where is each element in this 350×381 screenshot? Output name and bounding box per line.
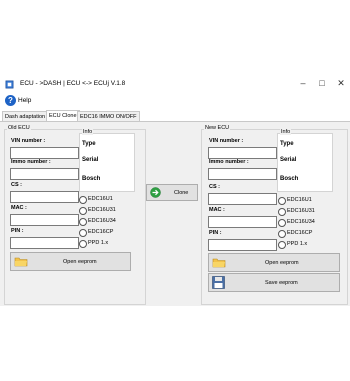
folder-icon xyxy=(14,257,28,267)
new-open-eeprom-button[interactable]: Open eeprom xyxy=(208,253,340,272)
new-info-brand: Bosch xyxy=(280,176,299,182)
save-eeprom-label: Save eeprom xyxy=(265,279,298,286)
new-radio-ppd1x[interactable] xyxy=(278,241,286,249)
clone-button[interactable]: Clone xyxy=(146,184,198,201)
new-cs-field[interactable] xyxy=(208,193,277,205)
old-radio-edc16u34[interactable] xyxy=(79,218,87,226)
new-radio-label: EDC16CP xyxy=(287,230,313,236)
folder-icon xyxy=(212,258,226,268)
old-vin-label: VIN number : xyxy=(11,138,46,144)
old-radio-label: EDC16U1 xyxy=(88,196,113,202)
maximize-icon[interactable]: □ xyxy=(315,77,329,89)
old-immo-label: Immo number : xyxy=(11,159,51,165)
old-radio-edc16cp[interactable] xyxy=(79,229,87,237)
menu-bar xyxy=(0,93,350,109)
new-ecu-legend: New ECU xyxy=(204,125,231,131)
menu-help[interactable]: Help xyxy=(18,97,31,104)
new-cs-label: CS : xyxy=(209,184,220,190)
old-radio-label: EDC16U31 xyxy=(88,207,116,213)
new-info-serial: Serial xyxy=(280,157,297,163)
old-mac-field[interactable] xyxy=(10,214,79,226)
new-info-type: Type xyxy=(280,141,294,147)
help-icon[interactable]: ? xyxy=(5,95,16,106)
new-radio-edc16cp[interactable] xyxy=(278,230,286,238)
old-radio-ppd1x[interactable] xyxy=(79,240,87,248)
floppy-disk-icon xyxy=(212,276,225,289)
old-radio-label: EDC16CP xyxy=(88,229,114,235)
new-radio-label: PPD 1.x xyxy=(287,241,308,247)
old-info-brand: Bosch xyxy=(82,176,101,182)
old-cs-field[interactable] xyxy=(10,191,79,203)
arrow-right-icon xyxy=(150,187,161,198)
old-pin-field[interactable] xyxy=(10,237,79,249)
save-eeprom-button[interactable]: Save eeprom xyxy=(208,273,340,292)
new-immo-field[interactable] xyxy=(208,168,277,180)
old-pin-label: PIN : xyxy=(11,228,24,234)
old-mac-label: MAC : xyxy=(11,205,27,211)
new-radio-edc16u1[interactable] xyxy=(278,197,286,205)
new-radio-label: EDC16U34 xyxy=(287,219,315,225)
new-mac-field[interactable] xyxy=(208,216,277,228)
old-ecu-legend: Old ECU xyxy=(7,125,31,131)
old-info-serial: Serial xyxy=(82,157,99,163)
old-vin-field[interactable] xyxy=(10,147,79,159)
old-radio-label: EDC16U34 xyxy=(88,218,116,224)
old-open-eeprom-button[interactable]: Open eeprom xyxy=(10,252,131,271)
old-radio-edc16u1[interactable] xyxy=(79,196,87,204)
old-info-legend: Info xyxy=(82,129,94,135)
new-info-legend: Info xyxy=(280,129,292,135)
new-vin-label: VIN number : xyxy=(209,138,244,144)
new-vin-field[interactable] xyxy=(208,147,277,159)
window-title: ECU - >DASH | ECU <-> ECUj V.1.8 xyxy=(20,80,126,87)
new-open-eeprom-label: Open eeprom xyxy=(265,259,299,266)
old-immo-field[interactable] xyxy=(10,168,79,180)
minimize-icon[interactable]: – xyxy=(296,77,310,89)
old-radio-label: PPD 1.x xyxy=(88,240,109,246)
clone-label: Clone xyxy=(174,189,189,196)
new-immo-label: Immo number : xyxy=(209,159,249,165)
new-mac-label: MAC : xyxy=(209,207,225,213)
old-open-eeprom-label: Open eeprom xyxy=(63,258,97,265)
new-pin-label: PIN : xyxy=(209,230,222,236)
close-icon[interactable]: ✕ xyxy=(334,77,348,89)
new-radio-label: EDC16U31 xyxy=(287,208,315,214)
old-cs-label: CS : xyxy=(11,182,22,188)
new-radio-edc16u34[interactable] xyxy=(278,219,286,227)
old-radio-edc16u31[interactable] xyxy=(79,207,87,215)
new-pin-field[interactable] xyxy=(208,239,277,251)
new-radio-label: EDC16U1 xyxy=(287,197,312,203)
old-info-type: Type xyxy=(82,141,96,147)
new-radio-edc16u31[interactable] xyxy=(278,208,286,216)
app-icon xyxy=(5,80,14,89)
